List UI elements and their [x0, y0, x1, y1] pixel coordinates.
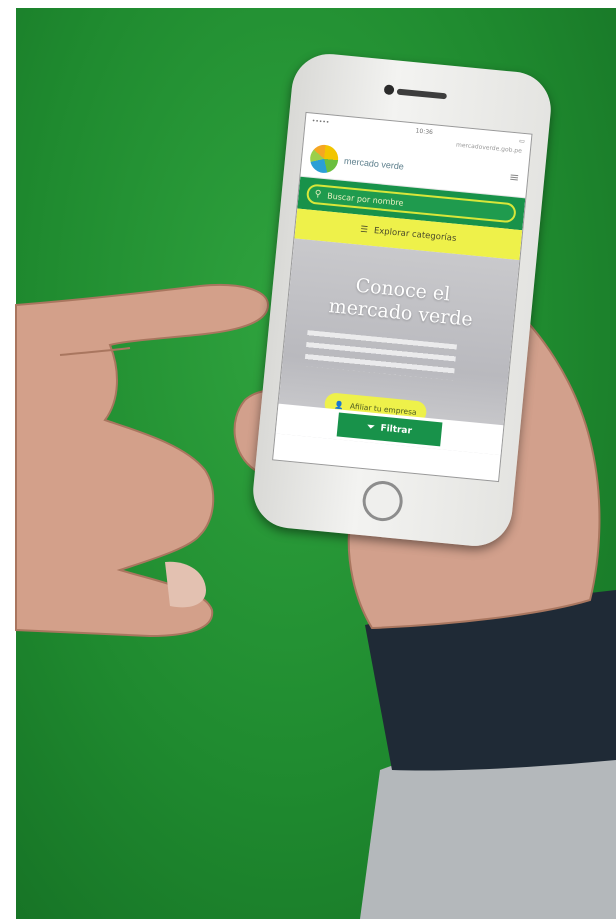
- battery-icon: ▭: [518, 137, 526, 145]
- search-icon: ⚲: [314, 189, 322, 200]
- signal-icon: •••••: [311, 117, 330, 126]
- filter-label: Filtrar: [379, 423, 413, 437]
- home-button[interactable]: [360, 479, 405, 523]
- search-placeholder: Buscar por nombre: [326, 190, 404, 208]
- photo-scene: ••••• 10:36 ▭ mercadoverde.gob.pe mercad…: [0, 0, 616, 919]
- site-logo-text[interactable]: mercado verde: [344, 155, 405, 171]
- list-icon: ☰: [359, 224, 369, 236]
- smartphone: ••••• 10:36 ▭ mercadoverde.gob.pe mercad…: [249, 50, 555, 550]
- explore-categories-label: Explorar categorías: [373, 226, 457, 244]
- leaf-circle-icon[interactable]: [308, 143, 340, 174]
- left-hand: [15, 284, 270, 638]
- front-camera: [383, 84, 395, 96]
- hero-title: Conoce el mercado verde: [287, 268, 516, 335]
- earpiece-speaker: [396, 88, 448, 100]
- filter-button[interactable]: ⏷ Filtrar: [336, 412, 443, 447]
- filter-icon: ⏷: [366, 422, 375, 433]
- hamburger-icon[interactable]: ≡: [509, 169, 520, 184]
- left-thumb-nail: [165, 561, 206, 608]
- phone-screen: ••••• 10:36 ▭ mercadoverde.gob.pe mercad…: [272, 111, 533, 483]
- hero-description-text-blurred: [304, 330, 457, 381]
- status-time: 10:36: [415, 127, 434, 136]
- hero-banner: Conoce el mercado verde 👤 Afiliar tu emp…: [275, 238, 520, 456]
- user-plus-icon: 👤: [334, 399, 345, 410]
